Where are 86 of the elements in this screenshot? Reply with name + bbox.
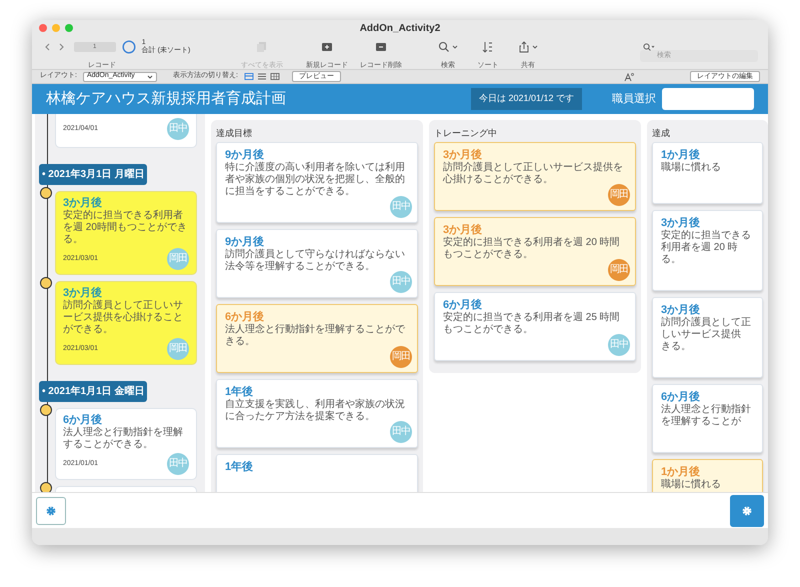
column-title: 達成: [652, 127, 671, 140]
view-form-icon[interactable]: [244, 72, 254, 81]
settings-button[interactable]: [36, 496, 66, 524]
gear-icon: [46, 506, 56, 516]
card-title: 6か月後: [63, 413, 104, 426]
card-title: 6か月後: [661, 390, 702, 404]
share-icon: [518, 41, 530, 53]
card-text: 特に介護度の高い利用者を除いては利用者や家族の個別の状況を把握し、全般的に担当をすることができる。: [225, 162, 406, 198]
pie-chart-icon: [122, 40, 136, 54]
card-text: 自立支援を実践し、利用者や家族の状況に合ったケア方法を提案できる。: [225, 399, 406, 423]
card-text: 法人理念と行動指針を理解すること ができる。: [63, 427, 184, 451]
card-text: 法人理念と行動指針を理解することができる。: [225, 324, 406, 348]
card-title: 3か月後: [63, 286, 104, 300]
card-text: 法人理念と行動指針を理解することが: [661, 404, 752, 428]
settings-button[interactable]: [730, 494, 764, 526]
date-badge: 今日は 2021/01/12 です: [470, 88, 582, 110]
card-text: 職場に慣れる: [661, 162, 722, 174]
card-text: 安定的に担当できる利用者を週 20時間もつことができる。: [63, 210, 188, 246]
avatar-badge: 田中: [390, 196, 412, 218]
avatar-badge: 田中: [167, 453, 189, 475]
search-icon: [643, 43, 655, 51]
avatar-badge: 田中: [390, 421, 412, 443]
task-card[interactable]: 1か月後 職場に慣れる: [652, 142, 763, 204]
card-title: 6か月後: [443, 298, 484, 312]
maximize-icon[interactable]: [65, 24, 73, 32]
text-format-icon: [624, 72, 634, 82]
card-title: 3か月後: [63, 196, 104, 210]
close-icon[interactable]: [39, 24, 47, 32]
page-title: 林檎ケアハウス新規採用者育成計画: [46, 88, 286, 109]
task-card[interactable]: 1年後: [216, 454, 418, 492]
window-title: AddOn_Activity2: [360, 22, 440, 36]
task-card[interactable]: 3か月後 安定的に担当できる利用者を週 20 時間もつことができ る。 岡田: [434, 217, 636, 286]
new-record-icon: [321, 41, 333, 53]
column-title: トレーニング中: [434, 127, 498, 140]
caret-icon: [532, 44, 538, 50]
card-title: 1か月後: [661, 465, 702, 478]
card-title: 9か月後: [225, 235, 266, 248]
task-card[interactable]: 9か月後 訪問介護員として守らなければならない法令等を理解することができる。 田中: [216, 229, 418, 298]
card-text: 訪問介護員として守らなければならない法令等を理解することができる。: [225, 249, 406, 273]
caret-icon: [146, 74, 153, 80]
task-card[interactable]: 3か月後 訪問介護員として正しいサービス提供を心掛けることができる。 岡田: [434, 142, 636, 211]
card-title: 3か月後: [443, 223, 484, 236]
card-title: 3か月後: [443, 148, 484, 162]
sort-icon: [482, 41, 494, 53]
avatar-badge: 岡田: [608, 259, 630, 281]
delete-record-icon: [375, 41, 387, 53]
card-title: 3か月後: [661, 216, 702, 230]
avatar-badge: 岡田: [167, 248, 189, 270]
gear-icon: [742, 506, 752, 516]
avatar-badge: 岡田: [390, 346, 412, 368]
staff-field[interactable]: [662, 88, 754, 110]
task-card[interactable]: 6か月後 法人理念と行動指針を理解することが: [652, 384, 763, 453]
task-card[interactable]: 6か月後 安定的に担当できる利用者を週 25 時間もつことができ る。 田中: [434, 292, 636, 361]
avatar-badge: 田中: [390, 271, 412, 293]
documents-icon: [256, 41, 268, 53]
caret-icon: [452, 44, 458, 50]
view-table-icon[interactable]: [270, 72, 280, 81]
date-label: • 2021年3月1日 月曜日: [39, 164, 148, 185]
card-title: 9か月後: [225, 148, 266, 162]
card-title: 3か月後: [661, 303, 702, 316]
task-card[interactable]: 9か月後 特に介護度の高い利用者を除いては利用者や家族の個別の状況を把握し、全般的に担当をすることができる。 田中: [216, 142, 418, 223]
staff-label: 職員選択: [612, 92, 656, 107]
card-text: 安定的に担当できる利用者を週 20 時 る。: [661, 230, 752, 266]
date-label: • 2021年1月1日 金曜日: [39, 381, 148, 402]
task-card[interactable]: 3か月後 訪問介護員として正しいサービス提供 きる。: [652, 297, 763, 378]
card-text: 安定的に担当できる利用者を週 25 時間もつことができ る。: [443, 312, 621, 336]
card-title: 1年後: [225, 460, 254, 474]
avatar-badge: 田中: [608, 334, 630, 356]
card-text: 安定的に担当できる利用者を週 20 時間もつことができ る。: [443, 237, 621, 261]
avatar-badge: 岡田: [608, 184, 630, 206]
task-card[interactable]: 3か月後 安定的に担当できる利用者を週 20 時 る。: [652, 210, 763, 291]
card-text: 訪問介護員として正しいサービス提供を心掛けることができる。: [443, 162, 624, 186]
view-list-icon[interactable]: [256, 72, 267, 81]
avatar-badge: 岡田: [167, 338, 189, 360]
task-card[interactable]: 1か月後 職場に慣れる: [652, 459, 763, 492]
task-card[interactable]: 1年後 自立支援を実践し、利用者や家族の状況に合ったケア方法を提案できる。 田中: [216, 379, 418, 448]
card-title: 1か月後: [661, 148, 702, 162]
card-title: 6か月後: [225, 310, 266, 324]
card-text: 訪問介護員として正しいサービス提供を心掛けることができる。: [63, 300, 184, 336]
avatar-badge: 田中: [167, 118, 189, 140]
column-title: 達成目標: [216, 127, 253, 140]
card-text: 職場に慣れる: [661, 479, 722, 491]
task-card[interactable]: 6か月後 法人理念と行動指針を理解することができる。 岡田: [216, 304, 418, 373]
card-text: 訪問介護員として正しいサービス提供 きる。: [661, 317, 752, 353]
search-icon: [438, 41, 450, 53]
card-title: 1年後: [225, 385, 254, 398]
